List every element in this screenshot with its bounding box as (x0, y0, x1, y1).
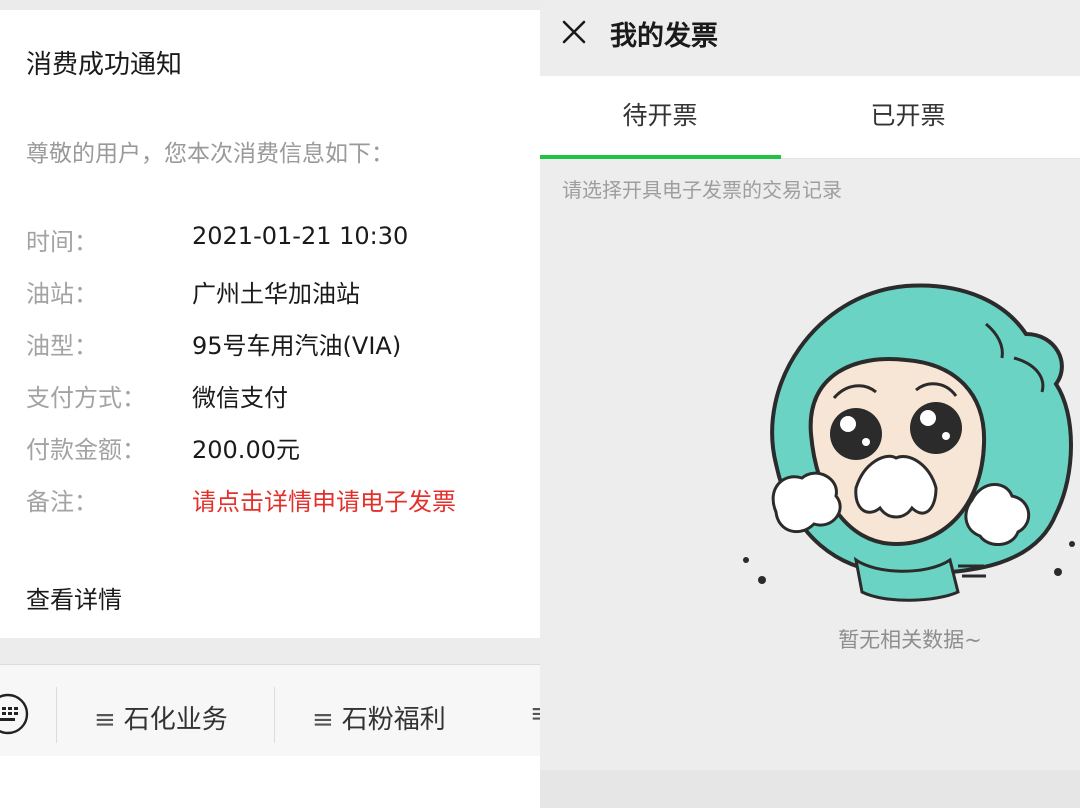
field-value: 微信支付 (192, 384, 288, 412)
menu-hamburger-icon: ≡ (94, 705, 116, 735)
close-icon[interactable] (556, 14, 592, 50)
section-gap (0, 638, 540, 664)
invoice-header: 我的发票 (540, 0, 1080, 76)
invoice-hint: 请选择开具电子发票的交易记录 (562, 178, 842, 202)
chat-notice-panel: 消费成功通知 尊敬的用户，您本次消费信息如下： 时间： 2021-01-21 1… (0, 0, 540, 808)
menu-hamburger-icon: ≡ (312, 705, 334, 735)
field-label: 时间： (26, 228, 98, 256)
menu-divider (56, 687, 57, 743)
empty-state-text: 暂无相关数据~ (838, 628, 982, 652)
tab-pending-invoice[interactable]: 待开票 (540, 76, 780, 158)
menu-item-more-cutoff[interactable]: ≡ (530, 699, 540, 729)
page-title: 我的发票 (610, 21, 718, 52)
field-label: 备注： (26, 488, 98, 516)
remark-value: 请点击详情申请电子发票 (192, 488, 456, 516)
notice-title: 消费成功通知 (26, 50, 183, 80)
bottom-area (0, 756, 540, 808)
field-value: 95号车用汽油(VIA) (192, 332, 402, 360)
invoice-tabs: 待开票 已开票 (540, 76, 1080, 159)
invoice-panel: 我的发票 待开票 已开票 请选择开具电子发票的交易记录 暂无相关数据~ (540, 0, 1080, 808)
field-label: 油站： (26, 280, 98, 308)
menu-item-petrochemical-business[interactable]: ≡ 石化业务 (94, 699, 228, 736)
top-divider (0, 0, 540, 10)
field-value: 2021-01-21 10:30 (192, 222, 409, 250)
field-value: 广州土华加油站 (192, 280, 360, 308)
menu-divider (274, 687, 275, 743)
active-tab-indicator (540, 155, 781, 159)
view-details-link[interactable]: 查看详情 (26, 580, 122, 615)
field-label: 油型： (26, 332, 98, 360)
keyboard-icon[interactable] (0, 692, 30, 736)
menu-item-label: 石化业务 (123, 705, 228, 735)
bottom-area (540, 770, 1080, 808)
field-value: 200.00元 (192, 436, 300, 464)
menu-hamburger-icon: ≡ (530, 699, 540, 729)
notice-greeting: 尊敬的用户，您本次消费信息如下： (26, 141, 394, 167)
service-menu-bar: ≡石化业务 ≡石粉福利 ≡ (0, 664, 540, 757)
field-label: 支付方式： (26, 384, 146, 412)
menu-item-fan-benefits[interactable]: ≡ 石粉福利 (312, 699, 446, 736)
field-label: 付款金额： (26, 436, 146, 464)
tab-invoiced[interactable]: 已开票 (788, 76, 1028, 158)
menu-item-label: 石粉福利 (341, 705, 446, 735)
crying-mascot-icon (743, 283, 1075, 602)
